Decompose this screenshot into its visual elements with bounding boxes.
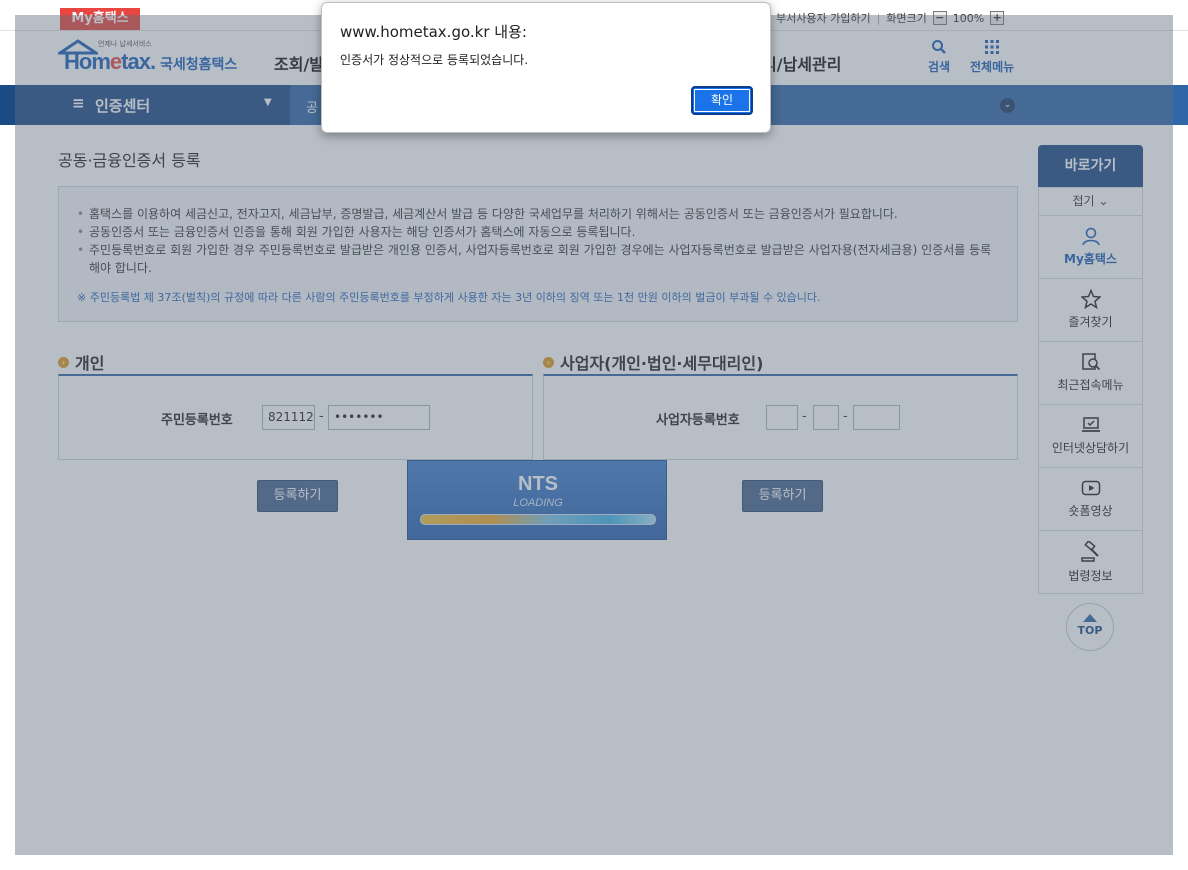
alert-dialog: www.hometax.go.kr 내용: 인증서가 정상적으로 등록되었습니다… xyxy=(321,2,771,133)
dialog-ok-button[interactable]: 확인 xyxy=(691,86,753,115)
modal-overlay xyxy=(15,15,1173,855)
dialog-title: www.hometax.go.kr 내용: xyxy=(340,23,527,41)
dialog-message: 인증서가 정상적으로 등록되었습니다. xyxy=(340,53,529,67)
